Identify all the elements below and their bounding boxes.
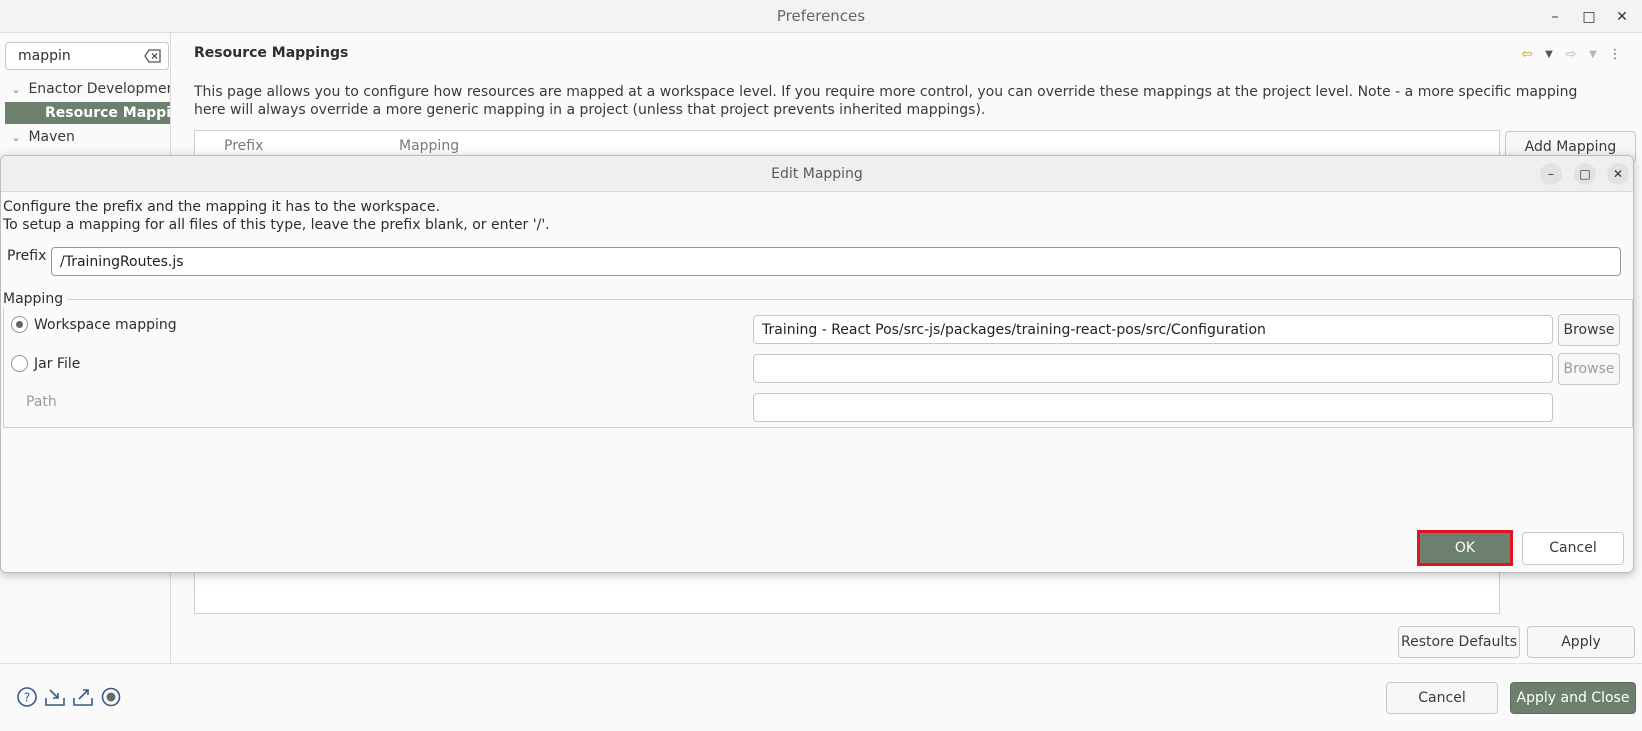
preferences-tree: ⌄ Enactor Development Resource Mappings … <box>0 78 170 158</box>
ok-button[interactable]: OK <box>1417 530 1513 566</box>
chevron-down-icon[interactable]: ▼ <box>1584 49 1602 60</box>
tree-item-label: Resource Mappings <box>45 105 170 121</box>
path-label: Path <box>26 394 57 410</box>
dialog-close-button[interactable]: ✕ <box>1607 163 1629 185</box>
tree-item-maven[interactable]: ⌄ Maven <box>8 126 170 148</box>
restore-defaults-button[interactable]: Restore Defaults <box>1398 626 1520 658</box>
workspace-mapping-input[interactable] <box>753 315 1553 344</box>
filter-field[interactable] <box>5 42 169 70</box>
tree-item-resource-mappings[interactable]: Resource Mappings <box>5 102 170 124</box>
back-arrow-icon[interactable]: ⇦ <box>1518 47 1536 62</box>
window-titlebar: Preferences – □ ✕ <box>0 0 1642 33</box>
apply-and-close-button[interactable]: Apply and Close <box>1510 682 1636 714</box>
chevron-down-icon[interactable]: ⌄ <box>8 127 24 148</box>
dialog-description-line: To setup a mapping for all files of this… <box>3 217 550 233</box>
chevron-down-icon[interactable]: ⌄ <box>8 79 24 100</box>
more-options-icon[interactable]: ⋮ <box>1606 47 1624 62</box>
jar-file-radio[interactable]: Jar File <box>11 355 80 372</box>
export-icon[interactable] <box>72 686 94 708</box>
prefix-label: Prefix <box>7 248 47 264</box>
import-icon[interactable] <box>44 686 66 708</box>
workspace-mapping-radio[interactable]: Workspace mapping <box>11 316 177 333</box>
column-header-mapping[interactable]: Mapping <box>399 138 459 154</box>
maximize-button[interactable]: □ <box>1578 6 1600 28</box>
tree-item-enactor-development[interactable]: ⌄ Enactor Development <box>8 78 170 100</box>
record-icon[interactable] <box>100 686 122 708</box>
workspace-browse-button[interactable]: Browse <box>1558 314 1620 346</box>
filter-input[interactable] <box>6 43 126 69</box>
page-title: Resource Mappings <box>194 45 349 61</box>
edit-mapping-dialog: Edit Mapping – □ ✕ Configure the prefix … <box>0 155 1634 573</box>
dialog-minimize-button[interactable]: – <box>1540 163 1562 185</box>
radio-unchecked-icon[interactable] <box>11 355 28 372</box>
mapping-group-label: Mapping <box>3 291 68 307</box>
dialog-description: Configure the prefix and the mapping it … <box>3 198 550 234</box>
dialog-maximize-button[interactable]: □ <box>1574 163 1596 185</box>
minimize-button[interactable]: – <box>1544 6 1566 28</box>
dialog-description-line: Configure the prefix and the mapping it … <box>3 199 440 215</box>
dialog-title: Edit Mapping <box>771 166 863 182</box>
forward-arrow-icon[interactable]: ⇨ <box>1562 47 1580 62</box>
cancel-button[interactable]: Cancel <box>1386 682 1498 714</box>
path-input[interactable] <box>753 393 1553 422</box>
workspace-mapping-label: Workspace mapping <box>34 316 177 333</box>
page-nav-toolbar: ⇦ ▼ ⇨ ▼ ⋮ <box>1518 47 1624 62</box>
tree-item-label: Enactor Development <box>28 81 170 97</box>
tree-item-label: Maven <box>28 129 75 145</box>
jar-browse-button[interactable]: Browse <box>1558 353 1620 385</box>
window-title: Preferences <box>776 7 866 25</box>
dialog-titlebar: Edit Mapping – □ ✕ <box>1 156 1633 192</box>
jar-file-label: Jar File <box>34 355 81 372</box>
radio-checked-icon[interactable] <box>11 316 28 333</box>
jar-file-input[interactable] <box>753 354 1553 383</box>
close-button[interactable]: ✕ <box>1611 6 1633 28</box>
dialog-cancel-button[interactable]: Cancel <box>1522 532 1624 565</box>
chevron-down-icon[interactable]: ▼ <box>1540 49 1558 60</box>
footer-divider <box>0 663 1642 664</box>
column-header-prefix[interactable]: Prefix <box>224 138 263 154</box>
footer-icons: ? <box>16 686 122 708</box>
apply-button[interactable]: Apply <box>1527 626 1635 658</box>
help-icon[interactable]: ? <box>16 686 38 708</box>
svg-text:?: ? <box>24 691 30 705</box>
page-description: This page allows you to configure how re… <box>194 84 1578 118</box>
clear-icon[interactable] <box>144 49 162 63</box>
prefix-input[interactable] <box>51 247 1621 276</box>
